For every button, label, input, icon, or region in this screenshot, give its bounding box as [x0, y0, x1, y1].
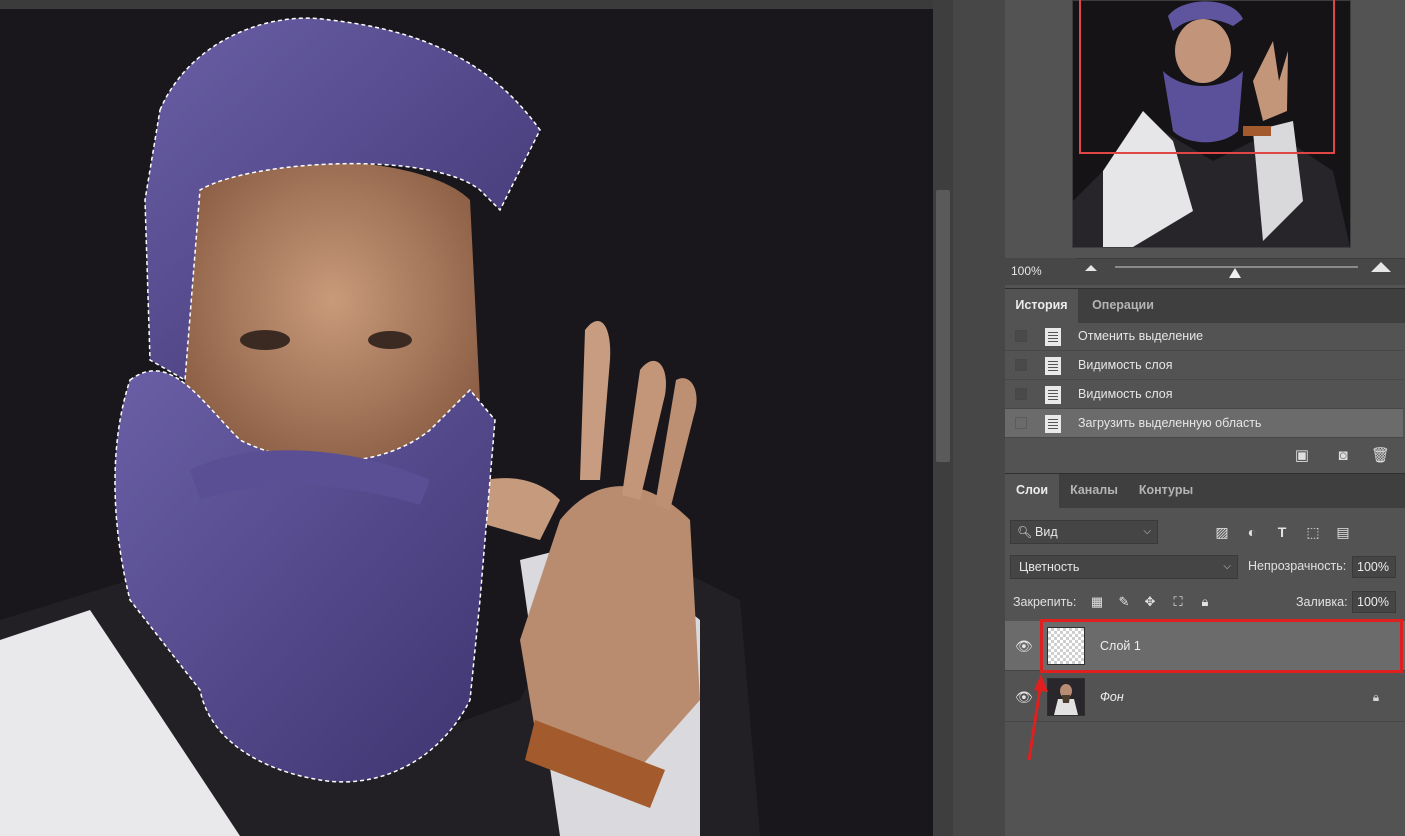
trash-icon[interactable]: 🗑: [1371, 447, 1390, 465]
adjustment-filter-icon[interactable]: ◐: [1243, 523, 1261, 541]
opacity-field[interactable]: 100%: [1352, 556, 1396, 578]
photo-artwork: [0, 17, 760, 836]
opacity-label: Непрозрачность:: [1248, 559, 1347, 573]
panel-dock-gutter: [953, 0, 1005, 836]
tab-actions[interactable]: Операции: [1078, 289, 1168, 323]
image-filter-icon[interactable]: ▨: [1213, 523, 1231, 541]
scrollbar-thumb[interactable]: [936, 190, 950, 462]
history-snapshot-checkbox[interactable]: [1015, 417, 1027, 429]
history-item-label: Загрузить выделенную область: [1078, 416, 1262, 430]
camera-icon[interactable]: ◙: [1334, 447, 1352, 465]
history-item-label: Видимость слоя: [1078, 387, 1173, 401]
history-snapshot-checkbox[interactable]: [1015, 330, 1027, 342]
fill-label: Заливка:: [1296, 595, 1348, 609]
fill-field[interactable]: 100%: [1352, 591, 1396, 613]
layer-filter-select[interactable]: 🔍︎ Вид ⌵: [1010, 520, 1158, 544]
layer-name: Фон: [1100, 690, 1124, 704]
document-icon: [1045, 328, 1061, 346]
lock-position-icon[interactable]: ✥: [1142, 594, 1158, 610]
history-item[interactable]: Видимость слоя: [1005, 380, 1403, 409]
history-snapshot-checkbox[interactable]: [1015, 388, 1027, 400]
shape-filter-icon[interactable]: ⬚: [1304, 523, 1322, 541]
type-filter-icon[interactable]: T: [1273, 523, 1291, 541]
canvas-top-edge: [0, 0, 933, 9]
chevron-down-icon: ⌵: [1223, 561, 1231, 572]
history-item-selected[interactable]: Загрузить выделенную область: [1005, 409, 1403, 438]
eye-icon[interactable]: 👁︎: [1015, 638, 1033, 654]
smart-object-filter-icon[interactable]: ▤: [1334, 523, 1352, 541]
zoom-in-icon[interactable]: [1371, 262, 1391, 272]
history-list: Отменить выделение Видимость слоя Видимо…: [1005, 322, 1405, 442]
new-document-from-state-icon[interactable]: ▣: [1293, 447, 1311, 465]
layer-filter-value: Вид: [1035, 525, 1058, 539]
document-canvas[interactable]: [0, 0, 933, 836]
lock-artboard-icon[interactable]: ⛶: [1170, 594, 1186, 610]
lock-transparent-pixels-icon[interactable]: ▦: [1089, 594, 1105, 610]
lock-image-pixels-icon[interactable]: ✎: [1116, 594, 1132, 610]
history-item[interactable]: Отменить выделение: [1005, 322, 1403, 351]
tab-channels[interactable]: Каналы: [1059, 474, 1129, 508]
lock-icon: 🔒︎: [1372, 690, 1380, 704]
zoom-slider-thumb[interactable]: [1229, 268, 1241, 278]
zoom-level-field[interactable]: 100%: [1005, 258, 1077, 284]
lock-label: Закрепить:: [1013, 595, 1077, 609]
search-icon: 🔍︎: [1017, 525, 1033, 539]
tab-paths[interactable]: Контуры: [1129, 474, 1203, 508]
lock-all-icon[interactable]: 🔒︎: [1197, 594, 1213, 610]
history-snapshot-checkbox[interactable]: [1015, 359, 1027, 371]
blend-mode-value: Цветность: [1019, 560, 1080, 574]
history-item-label: Отменить выделение: [1078, 329, 1204, 343]
history-item[interactable]: Видимость слоя: [1005, 351, 1403, 380]
layers-panel-tabs: Слои Каналы Контуры: [1005, 473, 1405, 508]
history-item-label: Видимость слоя: [1078, 358, 1173, 372]
document-icon: [1045, 386, 1061, 404]
history-footer: ▣ ◙ 🗑: [1005, 442, 1405, 470]
blend-mode-select[interactable]: Цветность ⌵: [1010, 555, 1238, 579]
document-icon: [1045, 357, 1061, 375]
tab-history[interactable]: История: [1005, 289, 1078, 323]
document-icon: [1045, 415, 1061, 433]
chevron-down-icon: ⌵: [1143, 526, 1151, 537]
history-panel-tabs: История Операции: [1005, 288, 1405, 323]
navigator-view-box[interactable]: [1079, 0, 1335, 154]
layer-row-background[interactable]: 👁︎ Фон 🔒︎: [1005, 672, 1405, 722]
zoom-out-icon[interactable]: [1085, 265, 1097, 271]
tab-layers[interactable]: Слои: [1005, 474, 1059, 508]
annotation-highlight-box: [1040, 619, 1403, 673]
annotation-arrow: [1027, 674, 1048, 761]
